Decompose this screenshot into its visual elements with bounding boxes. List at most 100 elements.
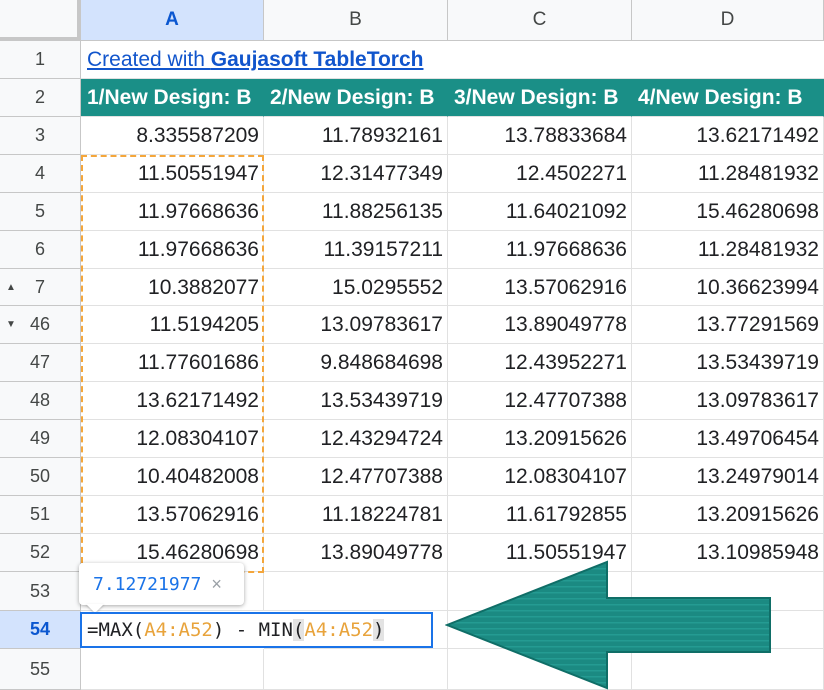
formula-paren: ( bbox=[292, 619, 305, 641]
data-cell[interactable]: 13.89049778 bbox=[448, 306, 632, 344]
row-header-4[interactable]: 4 bbox=[0, 155, 81, 193]
data-cell[interactable]: 11.18224781 bbox=[264, 496, 448, 534]
close-icon[interactable]: × bbox=[211, 574, 222, 595]
column-header-d[interactable]: D bbox=[632, 0, 824, 41]
data-cell[interactable]: 13.49706454 bbox=[632, 420, 824, 458]
data-cell[interactable]: 15.0295552 bbox=[264, 269, 448, 306]
row-number: 1 bbox=[34, 49, 45, 69]
row-header-2[interactable]: 2 bbox=[0, 79, 81, 117]
tabletorch-link[interactable]: Created with Gaujasoft TableTorch bbox=[81, 41, 824, 79]
data-cell[interactable]: 13.09783617 bbox=[632, 382, 824, 420]
data-cell[interactable]: 13.57062916 bbox=[448, 269, 632, 306]
data-cell[interactable]: 13.89049778 bbox=[264, 534, 448, 572]
row-number: 5 bbox=[34, 201, 45, 221]
data-cell[interactable]: 11.28481932 bbox=[632, 155, 824, 193]
data-cell[interactable]: 11.78932161 bbox=[264, 117, 448, 155]
data-cell[interactable]: 11.50551947 bbox=[81, 155, 264, 193]
row-number: 4 bbox=[34, 163, 45, 183]
tooltip-value: 7.12721977 bbox=[93, 573, 202, 595]
data-cell[interactable]: 11.64021092 bbox=[448, 193, 632, 231]
data-cell[interactable]: 10.36623994 bbox=[632, 269, 824, 306]
row-header-55[interactable]: 55 bbox=[0, 649, 81, 690]
data-cell[interactable]: 11.97668636 bbox=[448, 231, 632, 269]
data-cell[interactable]: 12.43294724 bbox=[264, 420, 448, 458]
data-cell[interactable]: 13.62171492 bbox=[81, 382, 264, 420]
column-title-cell[interactable]: 2/New Design: B bbox=[264, 79, 448, 117]
empty-cell[interactable] bbox=[81, 649, 264, 690]
column-header-b[interactable]: B bbox=[264, 0, 448, 41]
row-number: 50 bbox=[29, 466, 51, 486]
formula-range-ref: A4:A52 bbox=[304, 619, 374, 641]
column-title-cell[interactable]: 3/New Design: B bbox=[448, 79, 632, 117]
row-header-53[interactable]: 53 bbox=[0, 572, 81, 611]
cell-formula-editor[interactable]: =MAX(A4:A52) - MIN(A4:A52) bbox=[80, 612, 433, 648]
data-cell[interactable]: 13.77291569 bbox=[632, 306, 824, 344]
data-cell[interactable]: 11.5194205 bbox=[81, 306, 264, 344]
row-header-54[interactable]: 54 bbox=[0, 611, 81, 649]
formula-part: ) - MIN bbox=[212, 619, 293, 641]
data-cell[interactable]: 12.47707388 bbox=[264, 458, 448, 496]
data-cell[interactable]: 13.53439719 bbox=[632, 344, 824, 382]
data-cell[interactable]: 13.24979014 bbox=[632, 458, 824, 496]
column-header-a[interactable]: A bbox=[81, 0, 264, 41]
data-cell[interactable]: 12.08304107 bbox=[448, 458, 632, 496]
column-header-c[interactable]: C bbox=[448, 0, 632, 41]
data-cell[interactable]: 12.47707388 bbox=[448, 382, 632, 420]
link-brand: Gaujasoft TableTorch bbox=[210, 48, 424, 71]
data-cell[interactable]: 11.88256135 bbox=[264, 193, 448, 231]
empty-cell[interactable] bbox=[264, 649, 448, 690]
row-number: 7 bbox=[34, 276, 45, 297]
row-header-47[interactable]: 47 bbox=[0, 344, 81, 382]
column-title-cell[interactable]: 4/New Design: B bbox=[632, 79, 824, 117]
data-cell[interactable]: 11.39157211 bbox=[264, 231, 448, 269]
data-cell[interactable]: 13.20915626 bbox=[632, 496, 824, 534]
row-header-50[interactable]: 50 bbox=[0, 458, 81, 496]
data-cell[interactable]: 13.53439719 bbox=[264, 382, 448, 420]
row-header-48[interactable]: 48 bbox=[0, 382, 81, 420]
link-prefix: Created with bbox=[87, 48, 211, 71]
formula-range-ref: A4:A52 bbox=[144, 619, 213, 641]
data-cell[interactable]: 13.78833684 bbox=[448, 117, 632, 155]
data-cell[interactable]: 13.62171492 bbox=[632, 117, 824, 155]
row-header-6[interactable]: 6 bbox=[0, 231, 81, 269]
row-header-52[interactable]: 52 bbox=[0, 534, 81, 572]
row-number: 54 bbox=[29, 619, 51, 639]
row-header-51[interactable]: 51 bbox=[0, 496, 81, 534]
triangle-up-icon[interactable]: ▲ bbox=[6, 282, 16, 293]
row-number: 49 bbox=[29, 428, 51, 448]
data-cell[interactable]: 8.335587209 bbox=[81, 117, 264, 155]
data-cell[interactable]: 12.4502271 bbox=[448, 155, 632, 193]
data-cell[interactable]: 11.97668636 bbox=[81, 231, 264, 269]
data-cell[interactable]: 13.57062916 bbox=[81, 496, 264, 534]
formula-part: =MAX( bbox=[87, 619, 145, 641]
row-number: 2 bbox=[34, 87, 45, 107]
data-cell[interactable]: 9.848684698 bbox=[264, 344, 448, 382]
data-cell[interactable]: 13.20915626 bbox=[448, 420, 632, 458]
row-header-46[interactable]: 46 ▼ bbox=[0, 306, 81, 344]
data-cell[interactable]: 11.97668636 bbox=[81, 193, 264, 231]
row-header-3[interactable]: 3 bbox=[0, 117, 81, 155]
row-number: 53 bbox=[29, 580, 51, 601]
triangle-down-icon[interactable]: ▼ bbox=[6, 319, 16, 330]
row-header-1[interactable]: 1 bbox=[0, 41, 81, 79]
row-header-49[interactable]: 49 bbox=[0, 420, 81, 458]
row-header-5[interactable]: 5 bbox=[0, 193, 81, 231]
data-cell[interactable]: 12.43952271 bbox=[448, 344, 632, 382]
pointer-arrow-icon bbox=[445, 560, 771, 690]
empty-cell[interactable] bbox=[264, 572, 448, 611]
data-cell[interactable]: 11.28481932 bbox=[632, 231, 824, 269]
data-cell[interactable]: 13.09783617 bbox=[264, 306, 448, 344]
row-number: 47 bbox=[29, 352, 51, 372]
data-cell[interactable]: 15.46280698 bbox=[632, 193, 824, 231]
data-cell[interactable]: 10.3882077 bbox=[81, 269, 264, 306]
row-number: 55 bbox=[29, 658, 51, 679]
data-cell[interactable]: 11.61792855 bbox=[448, 496, 632, 534]
data-cell[interactable]: 12.08304107 bbox=[81, 420, 264, 458]
row-header-7[interactable]: 7 ▲ bbox=[0, 269, 81, 306]
select-all-corner[interactable] bbox=[0, 0, 81, 41]
data-cell[interactable]: 10.40482008 bbox=[81, 458, 264, 496]
column-title-cell[interactable]: 1/New Design: B bbox=[81, 79, 264, 117]
data-cell[interactable]: 12.31477349 bbox=[264, 155, 448, 193]
row-number: 51 bbox=[29, 504, 51, 524]
data-cell[interactable]: 11.77601686 bbox=[81, 344, 264, 382]
